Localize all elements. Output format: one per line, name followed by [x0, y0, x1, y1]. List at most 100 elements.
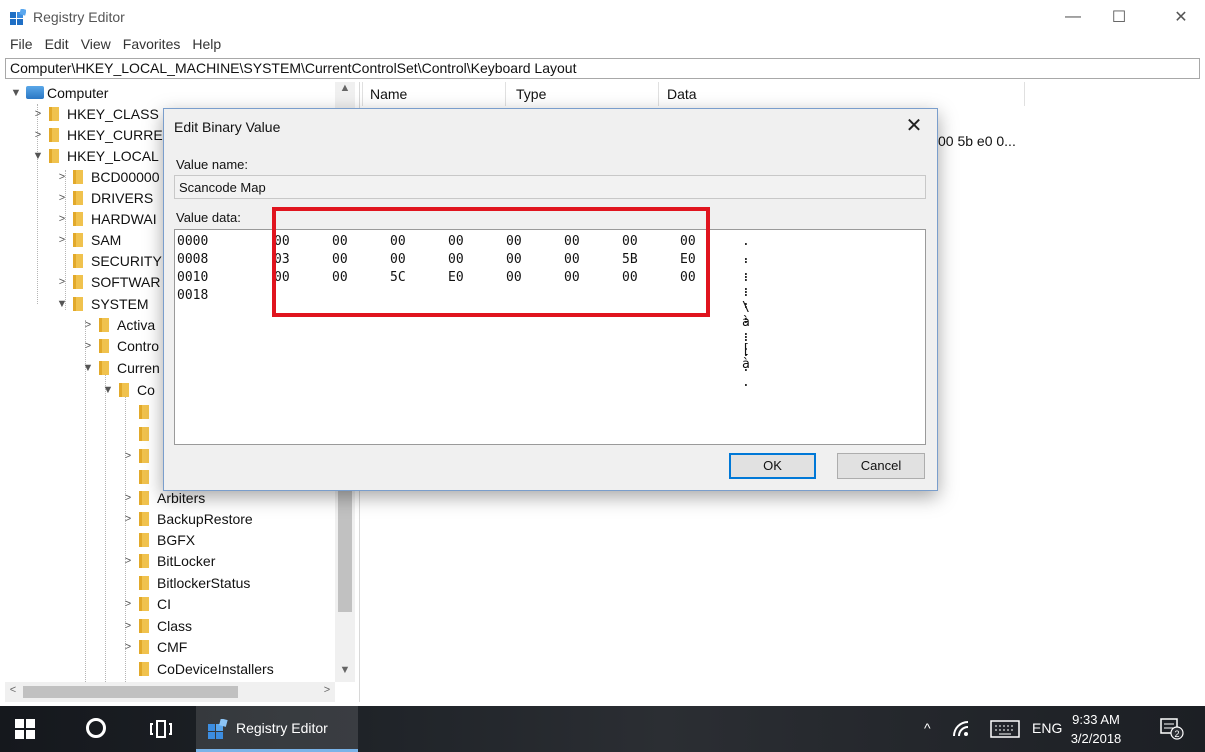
column-type[interactable]: Type: [516, 86, 546, 106]
menu-help[interactable]: Help: [186, 34, 227, 56]
tree-item-computer[interactable]: ▼ Computer: [9, 82, 109, 103]
chevron-right-icon[interactable]: >: [81, 319, 95, 331]
tree-item[interactable]: > Class: [121, 615, 192, 636]
tree-item[interactable]: > CMF: [121, 636, 188, 657]
column-divider[interactable]: [1024, 82, 1025, 106]
hex-offset: 0010: [177, 270, 209, 285]
scrollbar-thumb[interactable]: [23, 686, 238, 698]
values-column-header: Name Type Data: [362, 82, 1202, 106]
maximize-button[interactable]: ☐: [1096, 0, 1142, 34]
tree-item[interactable]: > CI: [121, 593, 171, 614]
action-center-icon[interactable]: 2: [1160, 718, 1184, 740]
tree-item[interactable]: BGFX: [121, 529, 195, 550]
tree-item[interactable]: > SAM: [55, 229, 122, 250]
tree-item[interactable]: ▼ HKEY_LOCAL: [31, 145, 159, 166]
tree-item[interactable]: CoDeviceInstallers: [121, 658, 274, 679]
computer-icon: [26, 86, 44, 99]
chevron-right-icon[interactable]: >: [55, 234, 69, 246]
chevron-right-icon[interactable]: >: [81, 340, 95, 352]
tree-item[interactable]: > SOFTWAR: [55, 271, 161, 292]
tree-item[interactable]: BitlockerStatus: [121, 572, 250, 593]
chevron-right-icon[interactable]: >: [55, 171, 69, 183]
tree-item[interactable]: SECURITY: [55, 250, 162, 271]
scroll-left-icon[interactable]: <: [5, 684, 21, 696]
folder-icon: [99, 338, 109, 353]
folder-icon: [139, 404, 149, 419]
wifi-icon[interactable]: [952, 720, 974, 738]
tree-item-label: CMF: [157, 638, 188, 655]
tree-item[interactable]: > HARDWAI: [55, 208, 157, 229]
show-hidden-icons-chevron-icon[interactable]: ^: [924, 720, 931, 736]
taskbar: Registry Editor ^ ENG 9:33 AM 3/2/2018 2: [0, 706, 1205, 752]
tree-item-label: BGFX: [157, 531, 196, 548]
chevron-right-icon[interactable]: >: [121, 555, 135, 567]
menu-view[interactable]: View: [75, 34, 117, 56]
column-divider[interactable]: [505, 82, 506, 106]
minimize-button[interactable]: —: [1050, 0, 1096, 34]
touch-keyboard-icon[interactable]: [990, 720, 1020, 738]
tree-item[interactable]: > Contro: [81, 335, 159, 356]
chevron-right-icon[interactable]: >: [121, 450, 135, 462]
chevron-down-icon[interactable]: ▼: [9, 87, 23, 99]
chevron-down-icon[interactable]: ▼: [101, 384, 115, 396]
cortana-search-icon[interactable]: [86, 718, 106, 738]
tree-item[interactable]: ▼ Curren: [81, 357, 160, 378]
tree-item-label: SOFTWAR: [91, 273, 161, 290]
tree-item-system[interactable]: ▼ SYSTEM: [55, 293, 149, 314]
chevron-right-icon[interactable]: >: [55, 192, 69, 204]
scroll-right-icon[interactable]: >: [319, 684, 335, 696]
ok-button[interactable]: OK: [729, 453, 816, 479]
chevron-right-icon[interactable]: >: [121, 598, 135, 610]
tree-item[interactable]: [121, 401, 157, 422]
chevron-right-icon[interactable]: >: [121, 620, 135, 632]
menu-edit[interactable]: Edit: [39, 34, 75, 56]
tree-item[interactable]: > BCD00000: [55, 166, 160, 187]
start-button[interactable]: [15, 719, 35, 739]
menu-file[interactable]: File: [0, 34, 39, 56]
clock-time: 9:33 AM: [1072, 712, 1120, 727]
close-button[interactable]: ✕: [1158, 0, 1204, 34]
column-name[interactable]: Name: [370, 86, 407, 106]
value-name-field[interactable]: Scancode Map: [174, 175, 926, 199]
tree-item[interactable]: > HKEY_CURRE: [31, 124, 163, 145]
chevron-down-icon[interactable]: ▼: [31, 150, 45, 162]
chevron-right-icon[interactable]: >: [121, 492, 135, 504]
tree-item-label: CoDeviceInstallers: [157, 660, 274, 677]
tree-item[interactable]: > DRIVERS: [55, 187, 153, 208]
column-divider[interactable]: [658, 82, 659, 106]
input-language-indicator[interactable]: ENG: [1032, 720, 1062, 736]
system-clock[interactable]: 9:33 AM 3/2/2018: [1066, 710, 1126, 748]
tree-item[interactable]: > HKEY_CLASS: [31, 103, 159, 124]
scroll-up-icon[interactable]: ▲: [335, 82, 355, 100]
chevron-right-icon[interactable]: >: [31, 129, 45, 141]
folder-icon: [99, 317, 109, 332]
tree-item[interactable]: [121, 466, 157, 487]
tree-item[interactable]: ▼ Co: [101, 379, 155, 400]
clock-date: 3/2/2018: [1070, 731, 1122, 746]
chevron-right-icon[interactable]: >: [31, 108, 45, 120]
chevron-right-icon[interactable]: >: [55, 276, 69, 288]
column-data[interactable]: Data: [667, 86, 697, 106]
chevron-right-icon[interactable]: >: [121, 641, 135, 653]
taskbar-app-registry-editor[interactable]: Registry Editor: [196, 706, 358, 752]
value-data-cell[interactable]: 00 5b e0 0...: [938, 133, 1016, 149]
tree-item[interactable]: > BackupRestore: [121, 508, 253, 529]
address-bar[interactable]: Computer\HKEY_LOCAL_MACHINE\SYSTEM\Curre…: [5, 58, 1200, 79]
chevron-down-icon[interactable]: ▼: [81, 362, 95, 374]
chevron-down-icon[interactable]: ▼: [55, 298, 69, 310]
tree-item-label: CI: [157, 595, 171, 612]
tree-item[interactable]: [121, 423, 157, 444]
tree-item[interactable]: >: [121, 445, 157, 466]
menu-favorites[interactable]: Favorites: [117, 34, 187, 56]
title-bar: Registry Editor — ☐ ✕: [0, 0, 1205, 34]
chevron-right-icon[interactable]: >: [55, 213, 69, 225]
dialog-close-icon[interactable]: ✕: [899, 113, 929, 139]
scroll-down-icon[interactable]: ▼: [335, 664, 355, 682]
tree-item[interactable]: > Activa: [81, 314, 155, 335]
folder-icon: [139, 596, 149, 611]
tree-horizontal-scrollbar[interactable]: < >: [5, 682, 335, 702]
task-view-icon[interactable]: [150, 720, 172, 738]
chevron-right-icon[interactable]: >: [121, 513, 135, 525]
tree-item[interactable]: > BitLocker: [121, 550, 216, 571]
cancel-button[interactable]: Cancel: [837, 453, 925, 479]
